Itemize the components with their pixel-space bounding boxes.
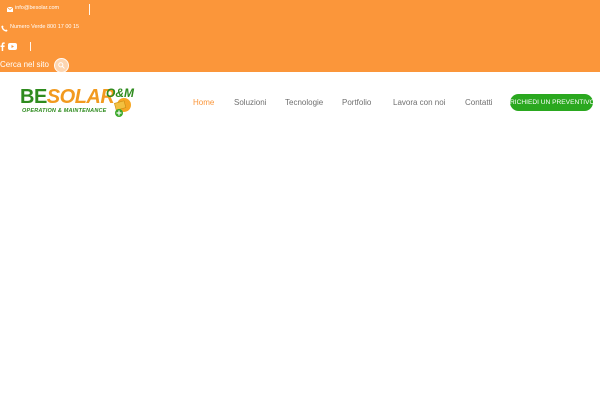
email-row: info@besolar.com [7,3,91,15]
page-content [0,132,600,400]
search-input[interactable]: Cerca nel sito [0,61,49,69]
phone-row: Numero Verde 800 17 00 15 [1,22,79,34]
envelope-icon [7,6,13,12]
email-link[interactable]: info@besolar.com [15,6,59,12]
social-row [0,40,31,52]
search-icon [58,61,65,69]
search-form: Cerca nel sito [0,57,69,73]
nav-home[interactable]: Home [193,96,214,110]
logo-wordmark: BESOLAR [20,86,115,108]
youtube-icon[interactable] [8,42,17,50]
besolar-logo[interactable]: BESOLAR O&M OPERATION & MAINTENANCE [20,86,136,118]
phone-icon [1,24,8,32]
nav-soluzioni[interactable]: Soluzioni [234,96,266,110]
request-quote-button[interactable]: RICHIEDI UN PREVENTIVO [510,94,595,111]
nav-portfolio[interactable]: Portfolio [342,96,371,110]
nav-lavora-con-noi[interactable]: Lavora con noi [393,96,445,110]
facebook-icon[interactable] [0,41,5,51]
sun-icon [110,96,136,123]
search-button[interactable] [53,57,69,73]
phone-number[interactable]: Numero Verde 800 17 00 15 [10,25,79,31]
divider [89,3,91,15]
top-bar: info@besolar.com Numero Verde 800 17 00 … [0,0,600,73]
nav-contatti[interactable]: Contatti [465,96,493,110]
divider [30,41,31,51]
logo-subtitle: OPERATION & MAINTENANCE [22,108,107,114]
nav-tecnologie[interactable]: Tecnologie [285,96,323,110]
